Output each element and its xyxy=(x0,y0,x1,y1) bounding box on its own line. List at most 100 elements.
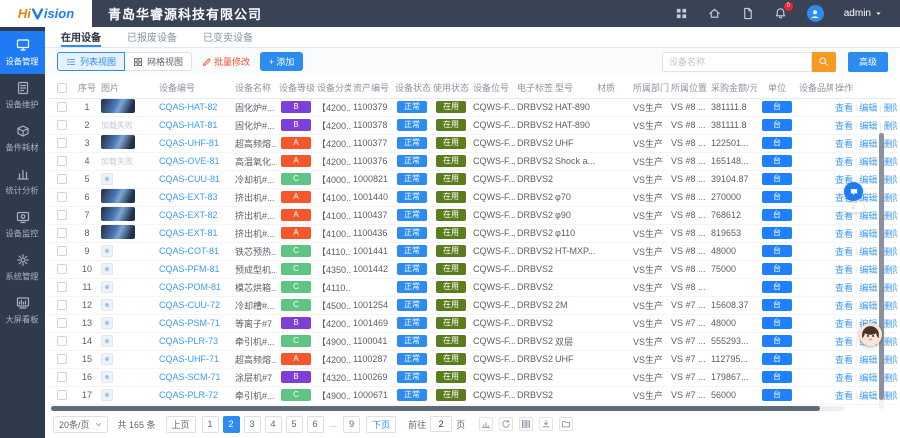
image-placeholder-icon[interactable] xyxy=(101,263,113,275)
device-code-link[interactable]: CQAS-OVE-81 xyxy=(159,156,220,166)
delete-link[interactable]: 删除 xyxy=(884,319,897,329)
edit-link[interactable]: 编辑 xyxy=(859,139,877,149)
device-photo[interactable] xyxy=(101,135,135,149)
edit-link[interactable]: 编辑 xyxy=(859,229,877,239)
edit-link[interactable]: 编辑 xyxy=(859,247,877,257)
edit-link[interactable]: 编辑 xyxy=(859,265,877,275)
next-page-button[interactable]: 下页 xyxy=(366,416,396,433)
delete-link[interactable]: 删除 xyxy=(884,301,897,311)
row-checkbox[interactable] xyxy=(57,138,67,148)
device-code-link[interactable]: CQAS-UHF-71 xyxy=(159,354,219,364)
widget-collapse-handle[interactable]: ≡ xyxy=(843,203,864,212)
apps-icon[interactable] xyxy=(675,7,688,20)
table-icon[interactable] xyxy=(519,417,533,431)
view-link[interactable]: 查看 xyxy=(835,319,853,329)
row-checkbox[interactable] xyxy=(57,174,67,184)
search-input[interactable] xyxy=(662,52,812,72)
search-button[interactable] xyxy=(812,52,836,72)
row-checkbox[interactable] xyxy=(57,210,67,220)
sidebar-item-dashboard[interactable]: 大屏看板 xyxy=(0,289,45,332)
tab-2[interactable]: 已变卖设备 xyxy=(203,27,253,47)
document-icon[interactable] xyxy=(741,7,754,20)
page-button-5[interactable]: 5 xyxy=(286,416,303,433)
page-button-1[interactable]: 1 xyxy=(202,416,219,433)
row-checkbox[interactable] xyxy=(57,354,67,364)
view-link[interactable]: 查看 xyxy=(835,391,853,401)
edit-link[interactable]: 编辑 xyxy=(859,103,877,113)
edit-link[interactable]: 编辑 xyxy=(859,373,877,383)
view-link[interactable]: 查看 xyxy=(835,337,853,347)
assistant-avatar[interactable] xyxy=(859,323,882,346)
image-placeholder-icon[interactable] xyxy=(101,335,113,347)
row-checkbox[interactable] xyxy=(57,390,67,400)
view-link[interactable]: 查看 xyxy=(835,301,853,311)
delete-link[interactable]: 删除 xyxy=(884,103,897,113)
delete-link[interactable]: 删除 xyxy=(884,139,897,149)
home-icon[interactable] xyxy=(708,7,721,20)
refresh-icon[interactable] xyxy=(499,417,513,431)
row-checkbox[interactable] xyxy=(57,300,67,310)
user-avatar[interactable] xyxy=(807,5,824,22)
delete-link[interactable]: 删除 xyxy=(884,157,897,167)
edit-link[interactable]: 编辑 xyxy=(859,175,877,185)
edit-link[interactable]: 编辑 xyxy=(859,355,877,365)
grid-view-button[interactable]: 网格视图 xyxy=(124,52,192,71)
edit-link[interactable]: 编辑 xyxy=(859,301,877,311)
bell-icon[interactable]: 0 xyxy=(774,7,787,20)
device-code-link[interactable]: CQAS-EXT-83 xyxy=(159,192,218,202)
view-link[interactable]: 查看 xyxy=(835,229,853,239)
edit-link[interactable]: 编辑 xyxy=(859,211,877,221)
device-code-link[interactable]: CQAS-PFM-81 xyxy=(159,264,220,274)
select-all-checkbox[interactable] xyxy=(57,83,67,93)
row-checkbox[interactable] xyxy=(57,282,67,292)
delete-link[interactable]: 删除 xyxy=(884,283,897,293)
folder-icon[interactable] xyxy=(559,417,573,431)
advanced-search-button[interactable]: 高级 xyxy=(848,52,888,72)
goto-page-input[interactable] xyxy=(430,416,452,432)
delete-link[interactable]: 删除 xyxy=(884,373,897,383)
device-photo[interactable] xyxy=(101,207,135,221)
row-checkbox[interactable] xyxy=(57,156,67,166)
edit-link[interactable]: 编辑 xyxy=(859,121,877,131)
device-code-link[interactable]: CQAS-EXT-82 xyxy=(159,210,218,220)
device-code-link[interactable]: CQAS-CUU-72 xyxy=(159,300,220,310)
edit-link[interactable]: 编辑 xyxy=(859,283,877,293)
page-size-select[interactable]: 20条/页 xyxy=(53,416,108,433)
image-placeholder-icon[interactable] xyxy=(101,389,113,401)
list-view-button[interactable]: 列表视图 xyxy=(57,52,125,71)
image-placeholder-icon[interactable] xyxy=(101,317,113,329)
delete-link[interactable]: 删除 xyxy=(884,175,897,185)
delete-link[interactable]: 删除 xyxy=(884,337,897,347)
sidebar-item-device-monitor[interactable]: 设备监控 xyxy=(0,203,45,246)
view-link[interactable]: 查看 xyxy=(835,157,853,167)
sidebar-item-device-maintain[interactable]: 设备维护 xyxy=(0,74,45,117)
delete-link[interactable]: 删除 xyxy=(884,193,897,203)
row-checkbox[interactable] xyxy=(57,228,67,238)
image-placeholder-icon[interactable] xyxy=(101,245,113,257)
sidebar-item-device-manage[interactable]: 设备管理 xyxy=(0,31,45,74)
delete-link[interactable]: 删除 xyxy=(884,229,897,239)
device-code-link[interactable]: CQAS-PLR-72 xyxy=(159,390,218,400)
tab-0[interactable]: 在用设备 xyxy=(61,27,101,47)
row-checkbox[interactable] xyxy=(57,336,67,346)
device-code-link[interactable]: CQAS-HAT-82 xyxy=(159,102,217,112)
delete-link[interactable]: 删除 xyxy=(884,355,897,365)
page-button-6[interactable]: 6 xyxy=(307,416,324,433)
device-code-link[interactable]: CQAS-POM-81 xyxy=(159,282,221,292)
edit-link[interactable]: 编辑 xyxy=(859,391,877,401)
page-button-2[interactable]: 2 xyxy=(223,416,240,433)
image-placeholder-icon[interactable] xyxy=(101,353,113,365)
chart-icon[interactable] xyxy=(479,417,493,431)
device-code-link[interactable]: CQAS-HAT-81 xyxy=(159,120,217,130)
edit-link[interactable]: 编辑 xyxy=(859,157,877,167)
device-code-link[interactable]: CQAS-UHF-81 xyxy=(159,138,219,148)
device-photo[interactable] xyxy=(101,225,135,239)
image-placeholder-icon[interactable] xyxy=(101,299,113,311)
delete-link[interactable]: 删除 xyxy=(884,265,897,275)
device-code-link[interactable]: CQAS-SCM-71 xyxy=(159,372,221,382)
horizontal-scrollbar-thumb[interactable] xyxy=(51,406,820,411)
add-button[interactable]: + 添加 xyxy=(260,52,303,71)
row-checkbox[interactable] xyxy=(57,318,67,328)
view-link[interactable]: 查看 xyxy=(835,283,853,293)
view-link[interactable]: 查看 xyxy=(835,373,853,383)
